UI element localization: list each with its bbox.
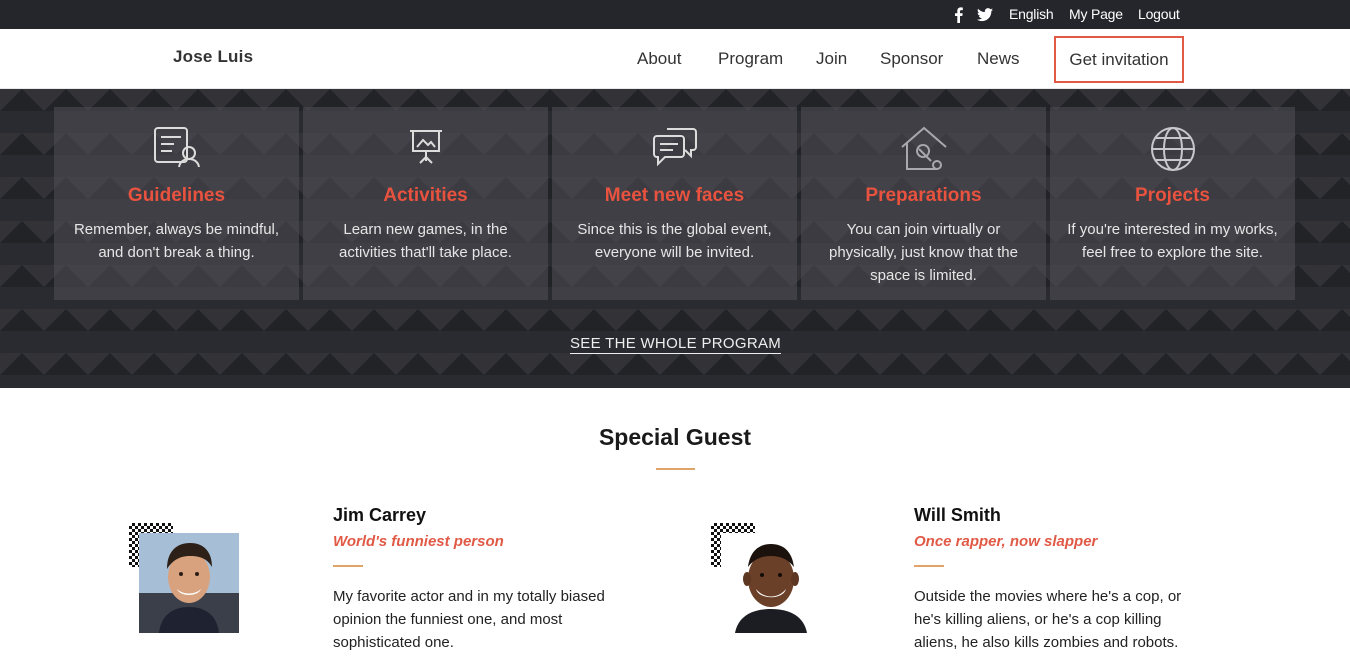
feature-text: You can join virtually or physically, ju… xyxy=(829,221,1018,284)
feature-title: Preparations xyxy=(865,185,982,206)
chat-bubbles-icon xyxy=(552,125,797,171)
nav-news[interactable]: News xyxy=(977,49,1020,69)
top-utility-bar: English My Page Logout xyxy=(0,0,1350,29)
feature-card-preparations: Preparations You can join virtually or p… xyxy=(801,107,1046,300)
feature-text: Learn new games, in the activities that'… xyxy=(339,221,512,261)
features-band: Guidelines Remember, always be mindful, … xyxy=(0,89,1350,388)
nav-sponsor[interactable]: Sponsor xyxy=(880,49,943,69)
main-navbar: Jose Luis About Program Join Sponsor New… xyxy=(0,29,1350,89)
feature-title: Meet new faces xyxy=(604,185,745,206)
feature-title: Projects xyxy=(1135,185,1210,206)
guest-bio: My favorite actor and in my totally bias… xyxy=(333,588,605,651)
my-page-link[interactable]: My Page xyxy=(1069,6,1123,22)
guest-divider xyxy=(333,565,363,567)
guest-photo-jim-carrey xyxy=(139,533,239,633)
get-invitation-button[interactable]: Get invitation xyxy=(1054,36,1184,83)
feature-card-meet-new-faces: Meet new faces Since this is the global … xyxy=(552,107,797,300)
presentation-icon xyxy=(303,125,548,171)
nav-program[interactable]: Program xyxy=(718,49,783,69)
guest-role: World's funniest person xyxy=(333,533,504,550)
guest-divider xyxy=(914,565,944,567)
feature-text: Since this is the global event, everyone… xyxy=(577,221,772,261)
twitter-icon[interactable] xyxy=(977,6,993,24)
feature-card-activities: Activities Learn new games, in the activ… xyxy=(303,107,548,300)
guest-photo-will-smith xyxy=(721,533,821,633)
guest-name: Jim Carrey xyxy=(333,505,427,525)
see-whole-program-link[interactable]: SEE THE WHOLE PROGRAM xyxy=(570,335,782,354)
globe-icon xyxy=(1050,125,1295,171)
feature-title: Guidelines xyxy=(127,185,226,206)
home-tools-icon xyxy=(801,125,1046,171)
feature-text: Remember, always be mindful, and don't b… xyxy=(73,221,280,261)
brand-logo[interactable]: Jose Luis xyxy=(173,47,253,67)
guest-name: Will Smith xyxy=(914,505,1001,525)
feature-title: Activities xyxy=(383,185,468,206)
guest-bio: Outside the movies where he's a cop, or … xyxy=(914,588,1182,651)
logout-link[interactable]: Logout xyxy=(1138,6,1180,22)
feature-card-projects: Projects If you're interested in my work… xyxy=(1050,107,1295,300)
feature-card-guidelines: Guidelines Remember, always be mindful, … xyxy=(54,107,299,300)
facebook-icon[interactable] xyxy=(952,6,964,24)
feature-text: If you're interested in my works, feel f… xyxy=(1067,221,1278,261)
special-guest-title: Special Guest xyxy=(598,424,752,450)
title-divider xyxy=(656,468,695,470)
nav-about[interactable]: About xyxy=(637,49,681,69)
language-link[interactable]: English xyxy=(1009,6,1054,22)
guidelines-icon xyxy=(54,125,299,171)
nav-join[interactable]: Join xyxy=(816,49,847,69)
guest-role: Once rapper, now slapper xyxy=(914,533,1098,550)
